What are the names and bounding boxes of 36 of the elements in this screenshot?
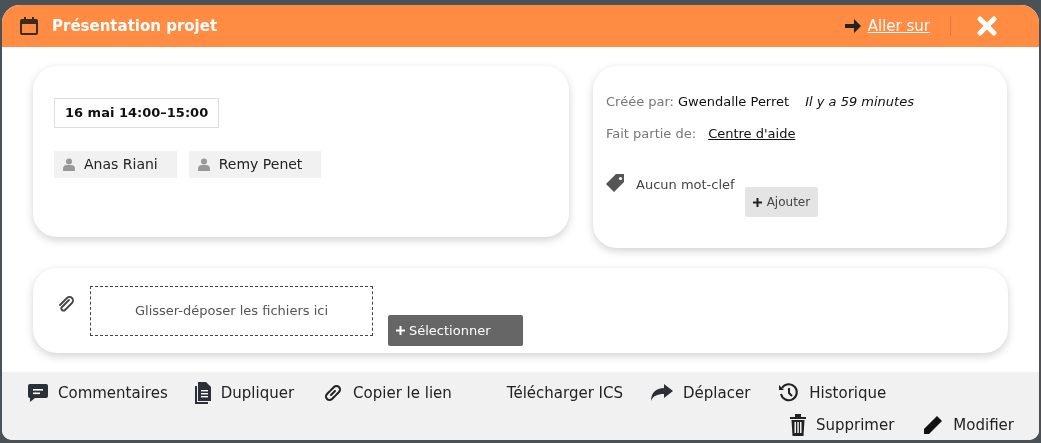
action-button[interactable]: Copier le lien: [322, 380, 452, 406]
action-button[interactable]: Supprimer: [788, 412, 895, 438]
arrow-right-icon: [843, 18, 862, 34]
close-icon[interactable]: [976, 15, 998, 37]
window-title: Présentation projet: [52, 15, 218, 37]
action-button[interactable]: Historique: [778, 380, 887, 406]
comment-icon: [27, 383, 49, 403]
calendar-icon: [19, 16, 39, 36]
curved-arrow-icon: [650, 384, 675, 402]
plus-icon: [752, 197, 762, 207]
creator-name: Gwendalle Perret: [678, 93, 790, 111]
history-icon: [778, 382, 801, 404]
created-time: Il y a 59 minutes: [805, 93, 914, 111]
action-button[interactable]: Dupliquer: [193, 380, 295, 406]
plus-icon: [396, 326, 405, 335]
participant-chip: Remy Penet: [188, 150, 322, 178]
created-by-label: Créée par:: [606, 93, 674, 111]
document-icon: [193, 382, 212, 404]
person-icon: [197, 157, 210, 171]
parent-link[interactable]: Centre d'aide: [708, 123, 796, 143]
trash-icon: [788, 414, 807, 436]
action-button[interactable]: Télécharger ICS: [506, 380, 624, 406]
action-button[interactable]: Déplacer: [650, 380, 751, 406]
action-button[interactable]: Commentaires: [27, 380, 168, 406]
file-dropzone[interactable]: Glisser-déposer les fichiers ici: [90, 286, 373, 336]
participant-chip: Anas Riani: [54, 150, 177, 178]
date-label: 16 mai 14:00–15:00: [54, 98, 220, 128]
no-tags-label: Aucun mot-clef: [636, 176, 735, 194]
paperclip-icon: [57, 296, 75, 314]
add-tag-button[interactable]: Ajouter: [744, 187, 819, 217]
person-icon: [63, 157, 75, 171]
pencil-icon: [922, 414, 945, 436]
select-files-button[interactable]: Sélectionner: [388, 315, 523, 346]
part-of-label: Fait partie de:: [606, 124, 697, 143]
tag-icon: [606, 173, 626, 193]
action-button[interactable]: Modifier: [922, 412, 1014, 438]
